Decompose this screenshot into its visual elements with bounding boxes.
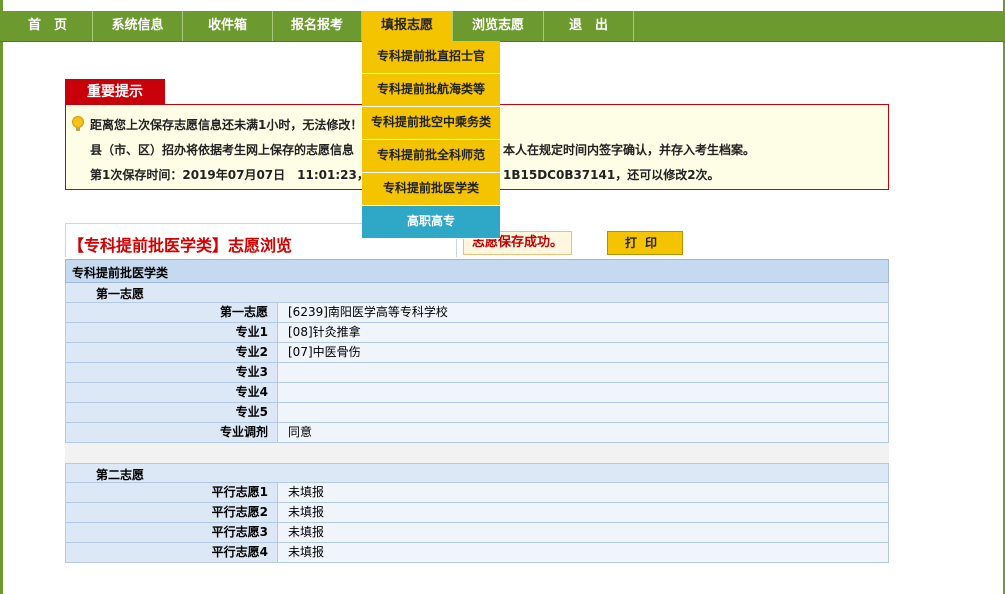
nav-inbox[interactable]: 收件箱: [183, 11, 273, 41]
row-value: 未填报: [278, 503, 888, 522]
dropdown-item-higher-vocational[interactable]: 高职高专: [362, 206, 500, 239]
row-value: [6239]南阳医学高等专科学校: [278, 303, 888, 322]
row-label: 专业2: [66, 343, 278, 362]
row-label: 第一志愿: [66, 303, 278, 322]
fill-application-dropdown: 专科提前批直招士官 专科提前批航海类等 专科提前批空中乘务类 专科提前批全科师范…: [362, 41, 500, 239]
row-value: [278, 403, 888, 422]
group-header: 专科提前批医学类: [65, 259, 889, 283]
application-table: 专科提前批医学类 第一志愿 第一志愿 [6239]南阳医学高等专科学校 专业1 …: [65, 259, 889, 563]
table-row: 专业调剂 同意: [65, 423, 889, 443]
row-value: [278, 363, 888, 382]
table-row: 专业5: [65, 403, 889, 423]
section-spacer: [65, 443, 889, 463]
nav-registration[interactable]: 报名报考: [273, 11, 362, 41]
notice-line-3-end: 1B15DC0B37141，还可以修改2次。: [503, 168, 720, 182]
dropdown-item-maritime[interactable]: 专科提前批航海类等: [362, 74, 500, 107]
table-row: 平行志愿3 未填报: [65, 523, 889, 543]
table-row: 专业2 [07]中医骨伤: [65, 343, 889, 363]
row-value: [08]针灸推拿: [278, 323, 888, 342]
dropdown-item-general-teacher[interactable]: 专科提前批全科师范: [362, 140, 500, 173]
notice-line-1: 距离您上次保存志愿信息还未满1小时，无法修改！: [90, 118, 363, 132]
table-row: 平行志愿4 未填报: [65, 543, 889, 563]
dropdown-item-flight-attendant[interactable]: 专科提前批空中乘务类: [362, 107, 500, 140]
nav-fill-application[interactable]: 填报志愿: [362, 11, 453, 41]
row-label: 专业5: [66, 403, 278, 422]
row-value: [278, 383, 888, 402]
row-label: 平行志愿2: [66, 503, 278, 522]
browse-title: 【专科提前批医学类】志愿浏览: [68, 236, 293, 255]
row-label: 专业4: [66, 383, 278, 402]
left-border: [0, 0, 3, 594]
table-row: 专业4: [65, 383, 889, 403]
top-navbar: 首 页 系统信息 收件箱 报名报考 填报志愿 浏览志愿 退 出: [0, 11, 1005, 42]
table-row: 专业1 [08]针灸推拿: [65, 323, 889, 343]
print-button[interactable]: 打印: [607, 231, 683, 255]
nav-logout[interactable]: 退 出: [544, 11, 634, 41]
row-value: 同意: [278, 423, 888, 442]
table-row: 平行志愿2 未填报: [65, 503, 889, 523]
first-choice-title: 第一志愿: [96, 287, 145, 301]
notice-line-2: 县（市、区）招办将依据考生网上保存的志愿信息: [90, 143, 355, 157]
lightbulb-icon: [72, 116, 84, 131]
row-label: 专业1: [66, 323, 278, 342]
dropdown-item-direct-officer[interactable]: 专科提前批直招士官: [362, 41, 500, 74]
row-label: 平行志愿3: [66, 523, 278, 542]
row-value: 未填报: [278, 523, 888, 542]
row-label: 平行志愿1: [66, 483, 278, 502]
row-value: 未填报: [278, 483, 888, 502]
row-label: 平行志愿4: [66, 543, 278, 562]
row-label: 专业调剂: [66, 423, 278, 442]
notice-line-3: 第1次保存时间：2019年07月07日 11:01:23，校验: [90, 168, 393, 182]
table-row: 专业3: [65, 363, 889, 383]
notice-line-2-end: 本人在规定时间内签字确认，并存入考生档案。: [503, 143, 756, 157]
second-choice-header: 第二志愿: [65, 463, 889, 483]
second-choice-title: 第二志愿: [96, 468, 145, 482]
group-title: 专科提前批医学类: [72, 266, 169, 280]
nav-browse-application[interactable]: 浏览志愿: [453, 11, 544, 41]
row-value: [07]中医骨伤: [278, 343, 888, 362]
dropdown-item-medical[interactable]: 专科提前批医学类: [362, 173, 500, 206]
table-row: 平行志愿1 未填报: [65, 483, 889, 503]
first-choice-header: 第一志愿: [65, 283, 889, 303]
notice-tab: 重要提示: [65, 79, 165, 105]
row-label: 专业3: [66, 363, 278, 382]
table-row: 第一志愿 [6239]南阳医学高等专科学校: [65, 303, 889, 323]
nav-system-info[interactable]: 系统信息: [93, 11, 183, 41]
nav-home[interactable]: 首 页: [3, 11, 93, 41]
row-value: 未填报: [278, 543, 888, 562]
